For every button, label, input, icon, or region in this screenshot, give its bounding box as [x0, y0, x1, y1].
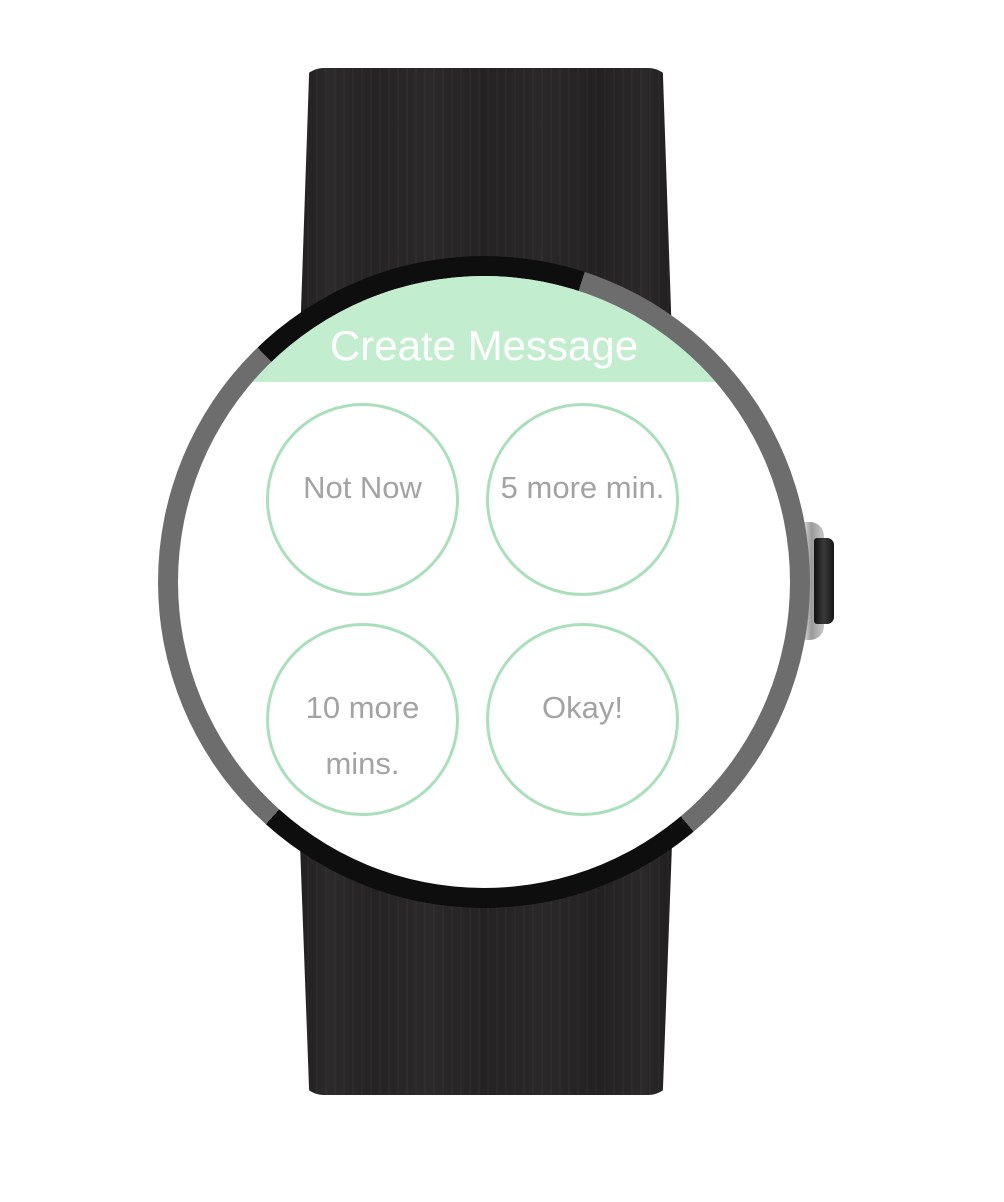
reply-option-label: Not Now — [303, 470, 422, 505]
screen-header: Create Message — [178, 276, 790, 382]
reply-option-label: Okay! — [542, 690, 623, 725]
reply-option-not-now[interactable]: Not Now — [266, 403, 459, 596]
reply-option-okay[interactable]: Okay! — [486, 623, 679, 816]
screen-title: Create Message — [329, 322, 639, 369]
watch-screen: Create Message Not Now 5 more min. 10 mo… — [178, 276, 790, 888]
reply-option-5-more-min[interactable]: 5 more min. — [486, 403, 679, 596]
watch-crown-cap — [814, 538, 834, 624]
reply-option-label: 10 more mins. — [305, 690, 420, 781]
smartwatch-device: Create Message Not Now 5 more min. 10 mo… — [0, 0, 1004, 1202]
reply-option-label: 5 more min. — [500, 470, 665, 505]
reply-option-10-more-mins[interactable]: 10 more mins. — [266, 623, 459, 816]
